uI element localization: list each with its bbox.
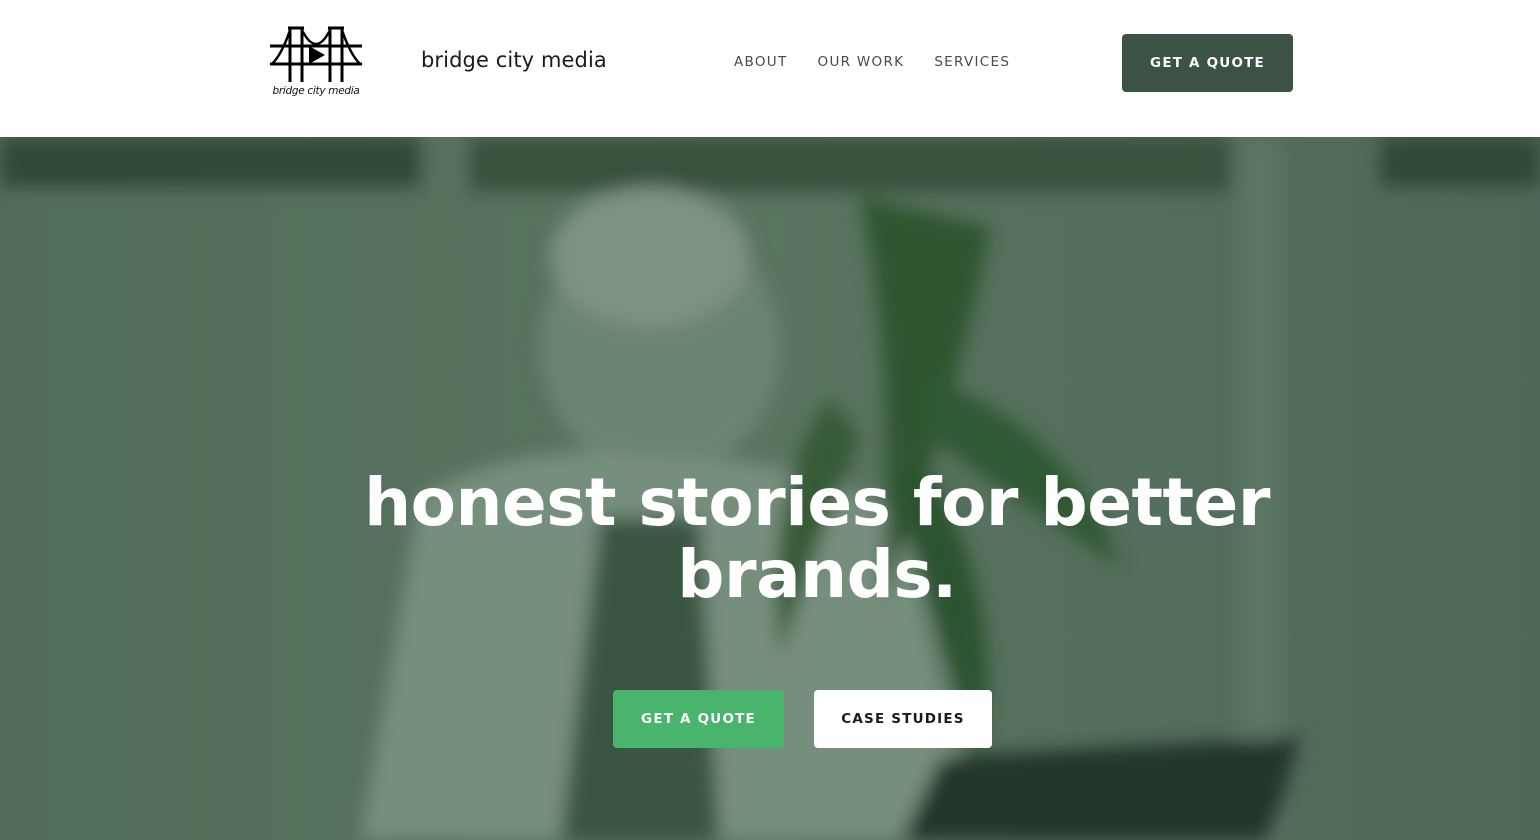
hero-case-studies-button[interactable]: CASE STUDIES <box>814 690 992 748</box>
logo-caption: bridge city media <box>272 85 360 97</box>
site-header: bridge city media bridge city media ABOU… <box>0 0 1540 137</box>
hero-get-quote-button[interactable]: GET A QUOTE <box>613 690 784 748</box>
nav-our-work[interactable]: OUR WORK <box>818 54 905 70</box>
hero-buttons: GET A QUOTE CASE STUDIES <box>613 690 992 748</box>
main-nav: ABOUT OUR WORK SERVICES <box>734 54 1010 70</box>
hero-title: honest stories for better brands. <box>364 464 1270 613</box>
header-get-quote-button[interactable]: GET A QUOTE <box>1122 34 1293 92</box>
hero-section: honest stories for better brands. GET A … <box>0 137 1540 840</box>
brand-name[interactable]: bridge city media <box>421 48 607 72</box>
nav-about[interactable]: ABOUT <box>734 54 788 70</box>
bridge-play-logo-icon <box>270 26 362 82</box>
nav-services[interactable]: SERVICES <box>934 54 1010 70</box>
brand-logo[interactable]: bridge city media <box>268 24 364 102</box>
